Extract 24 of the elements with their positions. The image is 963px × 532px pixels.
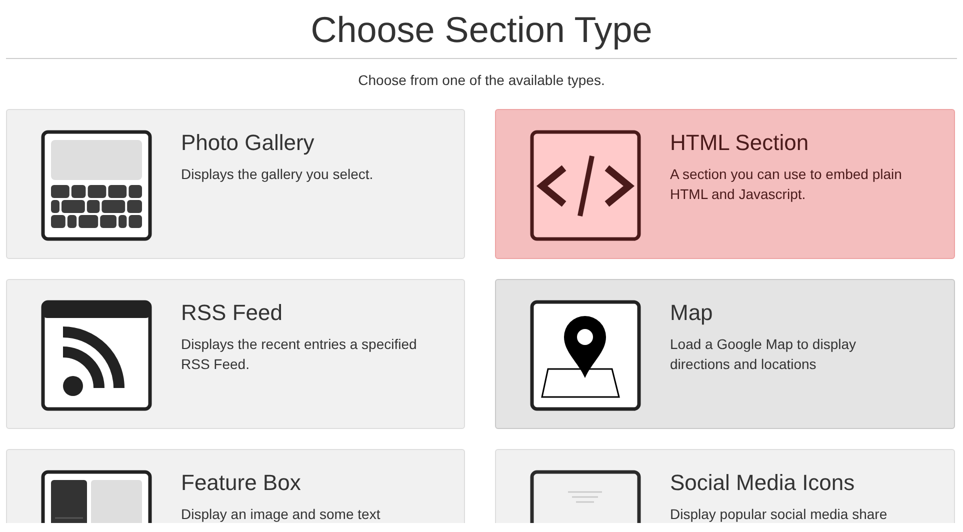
section-type-card[interactable]: HTML Section A section you can use to embed plain HTML and Javascript.	[495, 109, 955, 259]
map-pin-icon	[530, 300, 641, 411]
page-subtitle: Choose from one of the available types.	[357, 71, 606, 90]
section-type-name: HTML Section	[670, 130, 810, 156]
section-type-description: Display popular social media share	[670, 505, 888, 523]
section-type-description: Load a Google Map to display directions and locations	[670, 335, 858, 374]
section-type-card[interactable]: Feature Box Display an image and some text	[6, 449, 465, 523]
section-type-name: RSS Feed	[181, 300, 284, 326]
section-type-name: Map	[670, 300, 714, 326]
rss-icon	[41, 300, 152, 411]
section-type-card[interactable]: Map Load a Google Map to display directions and locations	[495, 279, 955, 429]
gallery-icon	[41, 130, 152, 241]
section-type-description: Displays the recent entries a specified RSS Feed.	[181, 335, 418, 374]
section-type-name: Photo Gallery	[181, 130, 316, 156]
section-type-name: Feature Box	[181, 470, 302, 496]
code-icon	[530, 130, 641, 241]
section-type-name: Social Media Icons	[670, 470, 856, 496]
section-type-description: Display an image and some text	[181, 505, 380, 523]
section-type-card[interactable]: Photo Gallery Displays the gallery you select.	[6, 109, 465, 259]
section-type-description: Displays the gallery you select.	[181, 165, 374, 184]
section-type-card[interactable]: Social Media Icons Display popular social media share	[495, 449, 955, 523]
section-type-card[interactable]: RSS Feed Displays the recent entries a specified RSS Feed.	[6, 279, 465, 429]
page-title: Choose Section Type	[310, 8, 654, 52]
section-type-description: A section you can use to embed plain HTML and Javascript.	[670, 165, 903, 204]
